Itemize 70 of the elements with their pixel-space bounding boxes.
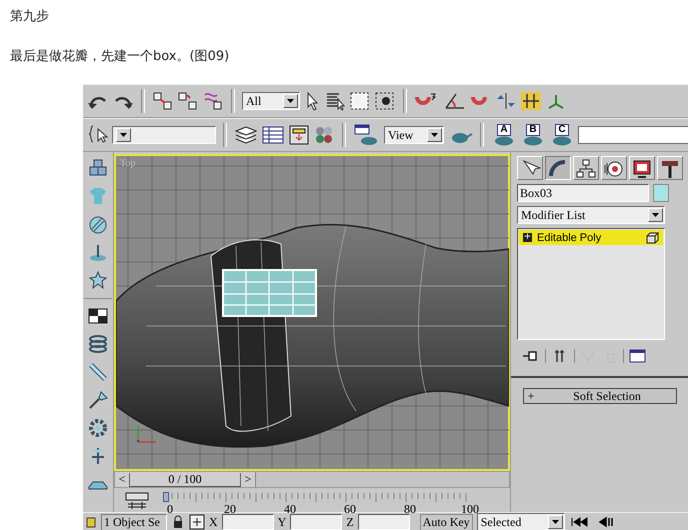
spheres-icon[interactable] bbox=[313, 124, 335, 146]
angle-snap-icon[interactable] bbox=[443, 91, 467, 111]
sphere-icon[interactable] bbox=[87, 214, 109, 236]
stack-item[interactable]: + Editable Poly bbox=[519, 230, 663, 245]
expand-toggle[interactable]: + bbox=[523, 233, 532, 242]
key-filter-dropdown[interactable]: Selected bbox=[476, 513, 565, 530]
tick-label: 20 bbox=[223, 503, 237, 516]
gear-icon[interactable] bbox=[87, 417, 109, 439]
tick-label: 80 bbox=[403, 503, 417, 516]
teapot-icon[interactable] bbox=[550, 136, 574, 146]
render-preset-button[interactable]: A bbox=[491, 124, 517, 146]
funnel-icon[interactable] bbox=[87, 389, 109, 411]
panel-icon[interactable] bbox=[288, 124, 310, 146]
render-preset-button[interactable]: B bbox=[520, 124, 546, 146]
mirror-icon[interactable] bbox=[495, 91, 517, 111]
unlink-icon[interactable] bbox=[177, 91, 199, 111]
caret-icon bbox=[431, 133, 438, 137]
caret-icon bbox=[287, 99, 294, 103]
caret-icon bbox=[652, 213, 659, 217]
selection-status: 1 Object Se bbox=[101, 514, 167, 530]
z-coordinate-field[interactable] bbox=[358, 514, 410, 530]
configure-icon[interactable] bbox=[628, 348, 648, 364]
status-icon[interactable] bbox=[85, 515, 97, 529]
layers-icon[interactable] bbox=[234, 124, 258, 146]
step-heading: 第九步 bbox=[10, 8, 50, 26]
teapot-icon[interactable] bbox=[521, 136, 545, 146]
time-slider-thumb[interactable]: < 0 / 100 > bbox=[115, 472, 256, 487]
render-preset-button[interactable]: C bbox=[549, 124, 575, 146]
coil-icon[interactable] bbox=[87, 333, 109, 355]
caret-icon bbox=[120, 133, 127, 137]
frame-position: 0 / 100 bbox=[129, 472, 241, 486]
axis-icon bbox=[137, 426, 156, 443]
time-slider[interactable]: < 0 / 100 > bbox=[114, 471, 510, 488]
tick-label: 0 bbox=[166, 503, 174, 516]
link-icon[interactable] bbox=[152, 91, 174, 111]
caret-icon bbox=[552, 520, 559, 524]
figure-icon[interactable] bbox=[87, 270, 109, 292]
bind-icon[interactable] bbox=[202, 91, 224, 111]
paragraph: 最后是做花瓣，先建一个box。(图09) bbox=[10, 48, 230, 66]
pin-icon[interactable] bbox=[87, 242, 109, 264]
tick-label: 60 bbox=[343, 503, 357, 516]
window-crossing-icon[interactable] bbox=[374, 91, 396, 111]
tick-label: 100 bbox=[461, 503, 479, 516]
selection-filter-dropdown[interactable]: All bbox=[242, 92, 300, 110]
object-name-field[interactable]: Box03 bbox=[517, 184, 649, 202]
previous-frame-button[interactable]: < bbox=[115, 473, 129, 486]
named-selection-dropdown[interactable] bbox=[112, 126, 216, 144]
lock-icon[interactable] bbox=[171, 515, 185, 529]
reference-dropdown[interactable]: View bbox=[384, 126, 444, 144]
rectangle-selection-icon[interactable] bbox=[349, 91, 371, 111]
teapot-icon[interactable] bbox=[492, 136, 516, 146]
table-icon[interactable] bbox=[261, 124, 285, 146]
tick-label: 40 bbox=[283, 503, 297, 516]
x-coordinate-field[interactable] bbox=[222, 514, 274, 530]
cube-icon[interactable] bbox=[645, 232, 659, 244]
model-drawing[interactable] bbox=[116, 224, 509, 448]
y-coordinate-field[interactable] bbox=[290, 514, 342, 530]
modifier-list-dropdown[interactable]: Modifier List bbox=[517, 206, 665, 224]
auto-key-button[interactable]: Auto Key bbox=[420, 514, 473, 530]
align-icon[interactable] bbox=[520, 91, 542, 111]
stack-item-label: Editable Poly bbox=[537, 232, 602, 244]
list-select-icon[interactable] bbox=[324, 91, 346, 111]
curve-editor-icon[interactable] bbox=[124, 492, 150, 510]
modifier-stack[interactable]: + Editable Poly bbox=[517, 228, 665, 340]
frame-marker[interactable] bbox=[163, 492, 169, 502]
next-frame-button[interactable]: > bbox=[241, 473, 255, 486]
transform-mode-icon[interactable] bbox=[189, 514, 205, 530]
rollout-header[interactable]: + Soft Selection bbox=[523, 388, 677, 404]
toolbar-field[interactable] bbox=[578, 126, 688, 144]
tube-icon[interactable] bbox=[87, 361, 109, 383]
